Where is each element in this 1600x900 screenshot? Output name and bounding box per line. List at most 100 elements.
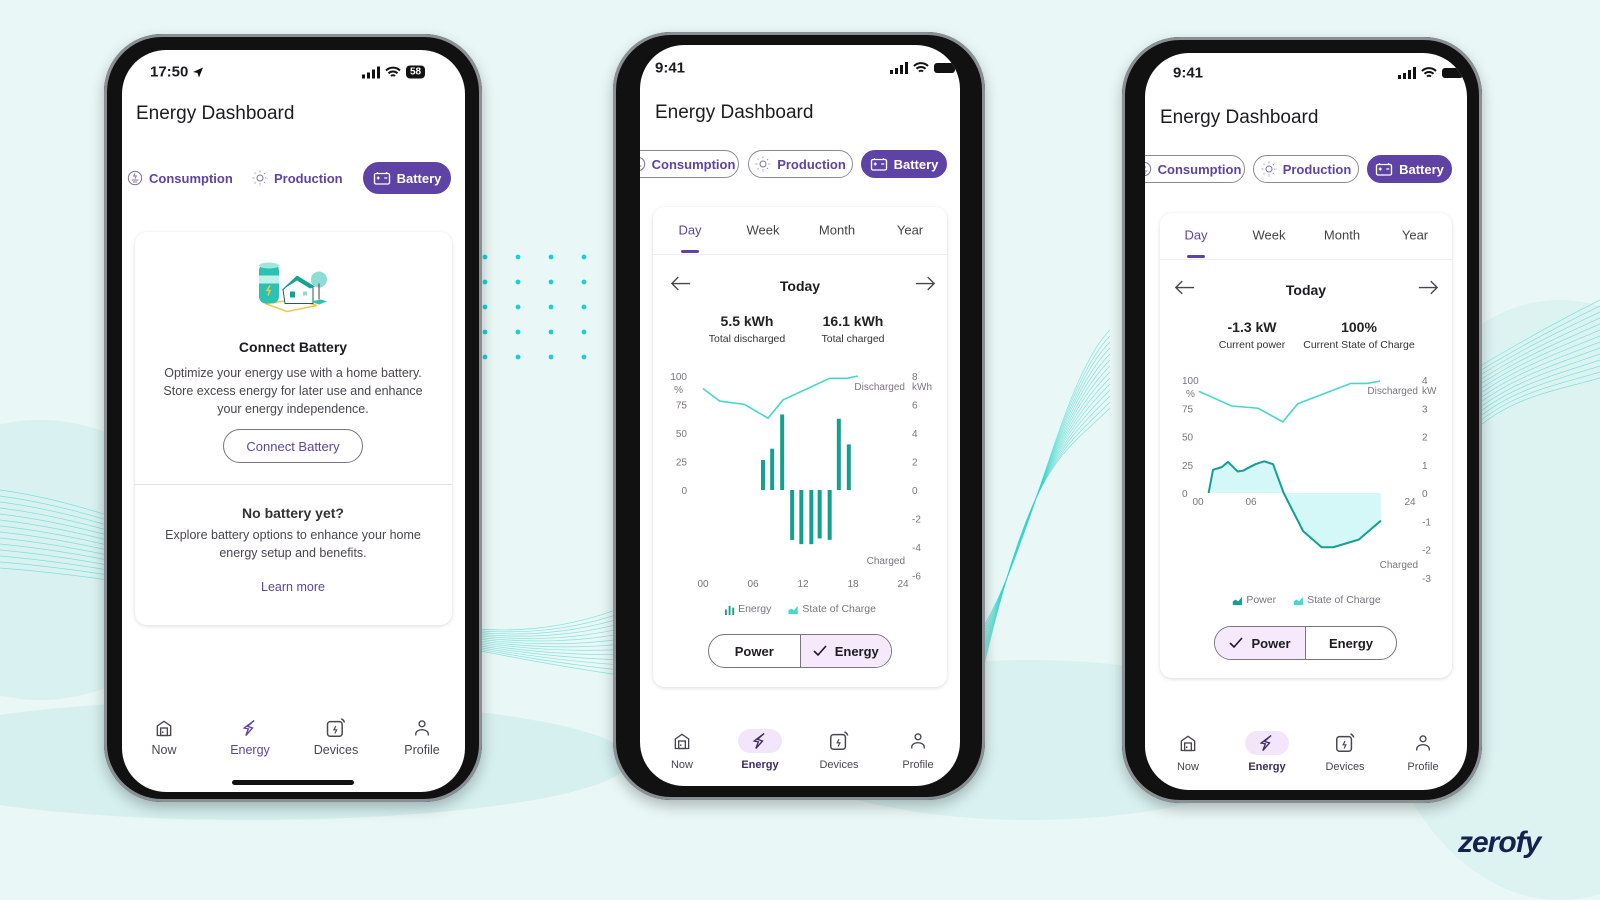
check-icon <box>1229 637 1244 649</box>
phone-screen: 9:41 Energy Dashboard Consumption Productio… <box>1145 53 1467 790</box>
period-tab-year[interactable]: Year <box>897 223 923 238</box>
decor-dot <box>482 254 488 260</box>
period-tab-day[interactable]: Day <box>1184 228 1207 243</box>
tab-label: Production <box>1282 161 1352 177</box>
stat-label: Total discharged <box>708 333 786 345</box>
nav-icon-wrap <box>314 716 358 740</box>
devices-icon <box>828 730 850 752</box>
nav-devices[interactable]: Devices <box>1323 731 1367 773</box>
learn-more-link[interactable]: Learn more <box>261 580 325 594</box>
consumption-icon <box>127 170 143 186</box>
legend-item: State of Charge <box>1292 594 1381 606</box>
connect-battery-button[interactable]: Connect Battery <box>223 429 363 463</box>
consumption-icon <box>640 156 646 172</box>
nav-profile[interactable]: Profile <box>400 716 444 757</box>
tab-consumption[interactable]: Consumption <box>1145 155 1245 183</box>
chart-power-legend-icon <box>1231 595 1243 606</box>
home-icon <box>672 731 692 751</box>
tab-consumption[interactable]: Consumption <box>640 150 739 178</box>
location-arrow-icon <box>192 66 204 78</box>
consumption-icon <box>1145 161 1152 177</box>
legend-label: Power <box>1246 594 1277 606</box>
decor-dot <box>515 304 521 310</box>
sun-icon <box>252 170 268 186</box>
nav-energy[interactable]: Energy <box>738 729 782 771</box>
tab-battery[interactable]: Battery <box>861 150 947 178</box>
period-tab-indicator <box>1187 255 1205 258</box>
nav-icon-wrap <box>142 716 186 740</box>
decor-dot <box>515 254 521 260</box>
previous-period-button[interactable] <box>1174 280 1196 301</box>
page-title: Energy Dashboard <box>1160 107 1319 128</box>
battery-house-illustration <box>257 260 329 321</box>
tab-label: Battery <box>396 170 442 186</box>
stat-value: -1.3 kW <box>1227 319 1277 335</box>
nav-energy[interactable]: Energy <box>228 716 272 757</box>
stat-label: Total charged <box>821 333 885 345</box>
period-tab-month[interactable]: Month <box>1324 228 1360 243</box>
nav-icon-wrap <box>1323 731 1367 755</box>
tab-consumption[interactable]: Consumption <box>127 164 233 192</box>
period-tab-year[interactable]: Year <box>1402 228 1428 243</box>
period-tabs-divider <box>1160 259 1452 260</box>
battery-icon <box>870 156 888 172</box>
decor-dot <box>515 329 521 335</box>
nav-icon-wrap <box>817 729 861 753</box>
decor-dot <box>581 354 587 360</box>
toggle-power[interactable]: Power <box>709 635 800 667</box>
nav-energy[interactable]: Energy <box>1245 731 1289 773</box>
nav-profile[interactable]: Profile <box>896 729 940 771</box>
nav-label: Profile <box>404 743 440 757</box>
chart-bar-legend-icon <box>724 604 735 615</box>
status-icons: 58 <box>362 65 426 79</box>
previous-period-button[interactable] <box>670 276 692 297</box>
legend-item: State of Charge <box>787 603 876 615</box>
wave-line <box>974 335 1111 646</box>
devices-icon <box>1334 732 1356 754</box>
toggle-label: Energy <box>1328 635 1374 651</box>
wifi-icon <box>913 62 929 74</box>
nav-now[interactable]: Now <box>142 716 186 757</box>
nav-icon-wrap <box>738 729 782 753</box>
decor-dot <box>581 254 587 260</box>
nav-now[interactable]: Now <box>1166 731 1210 773</box>
nav-now[interactable]: Now <box>660 729 704 771</box>
nav-label: Energy <box>1248 761 1286 773</box>
tab-battery[interactable]: Battery <box>363 162 451 194</box>
toggle-energy[interactable]: Energy <box>799 635 891 667</box>
decor-dot <box>482 304 488 310</box>
stat-value: 5.5 kWh <box>720 313 774 329</box>
period-tab-week[interactable]: Week <box>1253 228 1286 243</box>
arrow-right-icon <box>1417 280 1439 296</box>
period-tab-week[interactable]: Week <box>747 223 780 238</box>
period-tabs-divider <box>653 254 947 255</box>
wave-line <box>974 401 1111 701</box>
next-period-button[interactable] <box>1417 280 1439 301</box>
legend-item: Power <box>1231 594 1276 606</box>
nav-devices[interactable]: Devices <box>314 716 358 757</box>
connect-title: Connect Battery <box>238 339 348 355</box>
chart-legend: Power State of Charge <box>1231 594 1381 606</box>
profile-icon <box>412 718 432 738</box>
nav-icon-wrap <box>896 729 940 753</box>
period-tab-month[interactable]: Month <box>819 223 855 238</box>
period-tab-day[interactable]: Day <box>678 223 701 238</box>
next-period-button[interactable] <box>914 276 936 297</box>
battery-chart-card: Day Week Month Year Today 5.5 kWh Total discha… <box>653 207 947 687</box>
status-time: 17:50 <box>150 64 204 81</box>
toggle-energy[interactable]: Energy <box>1305 627 1396 659</box>
toggle-power[interactable]: Power <box>1215 627 1305 659</box>
nav-devices[interactable]: Devices <box>817 729 861 771</box>
signal-icon <box>362 66 380 78</box>
tab-production[interactable]: Production <box>1253 155 1359 183</box>
home-indicator <box>232 780 354 785</box>
nav-icon-wrap <box>228 716 272 740</box>
card-divider <box>135 484 452 485</box>
nav-profile[interactable]: Profile <box>1401 731 1445 773</box>
decor-dot <box>548 254 554 260</box>
tab-production[interactable]: Production <box>252 164 343 192</box>
profile-icon <box>1413 733 1433 753</box>
tab-production[interactable]: Production <box>748 150 853 178</box>
nav-label: Now <box>1176 761 1199 773</box>
tab-battery[interactable]: Battery <box>1367 155 1452 183</box>
